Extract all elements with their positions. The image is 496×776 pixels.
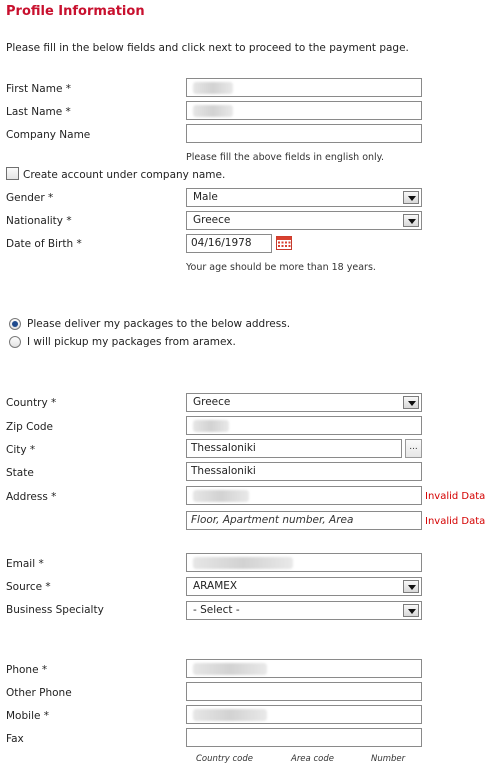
country-label: Country *	[6, 397, 57, 409]
last-name-field[interactable]	[186, 101, 422, 120]
number-hint: Number	[371, 754, 406, 764]
email-field[interactable]	[186, 553, 422, 572]
city-lookup-button[interactable]: ...	[405, 439, 422, 458]
chevron-down-icon[interactable]	[403, 580, 419, 593]
email-label: Email *	[6, 558, 44, 570]
country-code-hint: Country code	[196, 754, 253, 764]
chevron-down-icon[interactable]	[403, 396, 419, 409]
address-error: Invalid Data	[425, 491, 486, 502]
last-name-label: Last Name *	[6, 106, 71, 118]
phone-label: Phone *	[6, 664, 48, 676]
address-label: Address *	[6, 491, 57, 503]
page-title: Profile Information	[6, 4, 145, 19]
nationality-value: Greece	[193, 214, 231, 226]
city-label: City *	[6, 444, 36, 456]
pickup-radio[interactable]	[9, 336, 21, 348]
mobile-field[interactable]	[186, 705, 422, 724]
business-specialty-label: Business Specialty	[6, 604, 104, 616]
other-phone-label: Other Phone	[6, 687, 72, 699]
address-line2-error: Invalid Data	[425, 516, 486, 527]
country-value: Greece	[193, 396, 231, 408]
nationality-label: Nationality *	[6, 215, 72, 227]
deliver-radio[interactable]	[9, 318, 21, 330]
source-select[interactable]: ARAMEX	[186, 577, 422, 596]
address-line2-field[interactable]: Floor, Apartment number, Area	[186, 511, 422, 530]
fax-field[interactable]	[186, 728, 422, 747]
business-specialty-select[interactable]: - Select -	[186, 601, 422, 620]
chevron-down-icon[interactable]	[403, 191, 419, 204]
gender-value: Male	[193, 191, 218, 203]
address-field[interactable]	[186, 486, 422, 505]
dob-label: Date of Birth *	[6, 238, 82, 250]
first-name-field[interactable]	[186, 78, 422, 97]
country-select[interactable]: Greece	[186, 393, 422, 412]
create-account-checkbox[interactable]	[6, 167, 19, 180]
other-phone-field[interactable]	[186, 682, 422, 701]
deliver-label: Please deliver my packages to the below …	[27, 318, 291, 330]
source-label: Source *	[6, 581, 51, 593]
business-specialty-value: - Select -	[193, 604, 240, 616]
age-note: Your age should be more than 18 years.	[186, 262, 376, 273]
english-only-note: Please fill the above fields in english …	[186, 152, 384, 163]
create-account-label: Create account under company name.	[23, 169, 226, 181]
state-label: State	[6, 467, 34, 479]
company-name-field[interactable]	[186, 124, 422, 143]
phone-field[interactable]	[186, 659, 422, 678]
area-code-hint: Area code	[291, 754, 334, 764]
mobile-label: Mobile *	[6, 710, 50, 722]
fax-label: Fax	[6, 733, 24, 745]
source-value: ARAMEX	[193, 580, 238, 592]
nationality-select[interactable]: Greece	[186, 211, 422, 230]
company-name-label: Company Name	[6, 129, 91, 141]
city-field[interactable]: Thessaloniki	[186, 439, 402, 458]
gender-select[interactable]: Male	[186, 188, 422, 207]
zip-field[interactable]	[186, 416, 422, 435]
calendar-icon[interactable]	[276, 235, 292, 250]
gender-label: Gender *	[6, 192, 54, 204]
intro-text: Please fill in the below fields and clic…	[6, 42, 409, 54]
pickup-label: I will pickup my packages from aramex.	[27, 336, 236, 348]
first-name-label: First Name *	[6, 83, 71, 95]
zip-label: Zip Code	[6, 421, 53, 433]
chevron-down-icon[interactable]	[403, 604, 419, 617]
state-field[interactable]: Thessaloniki	[186, 462, 422, 481]
dob-field[interactable]: 04/16/1978	[186, 234, 272, 253]
chevron-down-icon[interactable]	[403, 214, 419, 227]
